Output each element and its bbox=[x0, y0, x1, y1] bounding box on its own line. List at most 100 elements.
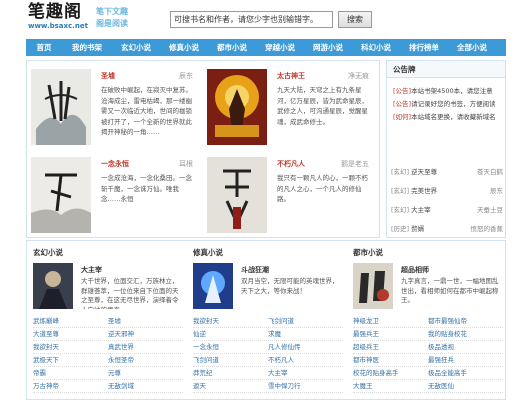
list-row[interactable]: 武极天下 永恒圣帝 bbox=[33, 354, 183, 367]
nav-item-dushi[interactable]: 都市小说 bbox=[208, 39, 256, 56]
list-book[interactable]: 不朽凡人 bbox=[268, 354, 294, 367]
search-button[interactable]: 搜索 bbox=[338, 11, 372, 28]
list-book[interactable]: 校花的贴身高手 bbox=[353, 369, 399, 377]
list-book[interactable]: 求魔 bbox=[268, 328, 281, 341]
book-title[interactable]: 圣墟 bbox=[101, 71, 115, 81]
list-book[interactable]: 仙逆 bbox=[193, 330, 206, 338]
category-heading[interactable]: 玄幻小说 bbox=[33, 247, 63, 258]
list-book[interactable]: 逆天邪神 bbox=[108, 328, 134, 341]
book-title[interactable]: 斗战狂潮 bbox=[241, 265, 269, 275]
list-row[interactable]: 一念永恒 凡人修仙传 bbox=[193, 341, 343, 354]
list-book[interactable]: 都市最强仙帝 bbox=[428, 315, 467, 328]
notice-item[interactable]: [公告]本站书架4500本，请您注意 bbox=[393, 85, 503, 95]
nav-item-wangyou[interactable]: 网游小说 bbox=[304, 39, 352, 56]
book-author[interactable]: 耳根 bbox=[179, 159, 193, 169]
list-book[interactable]: 我的贴身校花 bbox=[428, 328, 467, 341]
list-book[interactable]: 极品全能高手 bbox=[428, 367, 467, 380]
list-row[interactable]: 我欲封天 飞剑问道 bbox=[193, 315, 343, 328]
list-book[interactable]: 都市神医 bbox=[353, 356, 379, 364]
list-row[interactable]: 武炼巅峰 圣墟 bbox=[33, 315, 183, 328]
list-row[interactable]: 仙逆 求魔 bbox=[193, 328, 343, 341]
list-book[interactable]: 无敌医仙 bbox=[428, 380, 454, 393]
rank-item[interactable]: [玄幻] 完美世界 辰东 bbox=[391, 186, 503, 197]
featured-book[interactable]: 一念永恒 耳根 一念成沧海，一念化桑田。一念斩千魔，一念诛万仙。唯我念……永恒 bbox=[27, 153, 197, 237]
list-book[interactable]: 圣墟 bbox=[108, 315, 121, 328]
book-cover[interactable] bbox=[31, 69, 91, 145]
list-book[interactable]: 雪中悍刀行 bbox=[268, 380, 301, 393]
list-book[interactable]: 凡人修仙传 bbox=[268, 341, 301, 354]
rank-item[interactable]: [玄幻] 大主宰 天蚕土豆 bbox=[391, 205, 503, 216]
featured-book[interactable]: 圣墟 辰东 在破败中崛起，在寂灭中复苏。沧海成尘，雷电枯竭，那一缕幽雾又一次临近… bbox=[27, 65, 197, 149]
rank-book[interactable]: 逆天至尊 bbox=[411, 168, 437, 176]
nav-item-kehuan[interactable]: 科幻小说 bbox=[352, 39, 400, 56]
book-cover[interactable] bbox=[33, 263, 73, 309]
book-cover[interactable] bbox=[31, 157, 91, 233]
nav-item-home[interactable]: 首页 bbox=[26, 39, 62, 56]
category-heading[interactable]: 修真小说 bbox=[193, 247, 223, 258]
list-row[interactable]: 都市神医 最强狂兵 bbox=[353, 354, 503, 367]
rank-book[interactable]: 大主宰 bbox=[411, 206, 431, 214]
list-row[interactable]: 飞剑问道 不朽凡人 bbox=[193, 354, 343, 367]
list-book[interactable]: 飞剑问道 bbox=[193, 356, 219, 364]
site-logo[interactable]: 笔趣阁 www.bsaxc.net bbox=[28, 2, 88, 34]
list-row[interactable]: 神级龙卫 都市最强仙帝 bbox=[353, 315, 503, 328]
list-book[interactable]: 大魔王 bbox=[353, 382, 373, 390]
list-book[interactable]: 飞剑问道 bbox=[268, 315, 294, 328]
book-title[interactable]: 太古神王 bbox=[277, 71, 305, 81]
list-book[interactable]: 大道至尊 bbox=[33, 330, 59, 338]
list-book[interactable]: 武炼巅峰 bbox=[33, 317, 59, 325]
book-cover[interactable] bbox=[207, 157, 267, 233]
list-row[interactable]: 莽荒纪 大主宰 bbox=[193, 367, 343, 380]
rank-item[interactable]: [历史] 赘婿 愤怒的香蕉 bbox=[391, 224, 503, 235]
list-book[interactable]: 武极天下 bbox=[33, 356, 59, 364]
list-book[interactable]: 真武世界 bbox=[108, 341, 134, 354]
list-book[interactable]: 超级兵王 bbox=[353, 343, 379, 351]
nav-item-ranking[interactable]: 排行榜单 bbox=[400, 39, 448, 56]
list-row[interactable]: 万古神帝 无敌剑域 bbox=[33, 380, 183, 393]
list-book[interactable]: 大主宰 bbox=[268, 367, 288, 380]
list-book[interactable]: 最强兵王 bbox=[353, 330, 379, 338]
list-book[interactable]: 永恒圣帝 bbox=[108, 354, 134, 367]
search-input[interactable]: 可搜书名和作者，请您少字也别输错字。 bbox=[170, 11, 333, 28]
rank-item[interactable]: [玄幻] 逆天至尊 苍天白鹤 bbox=[391, 167, 503, 178]
list-row[interactable]: 我欲封天 真武世界 bbox=[33, 341, 183, 354]
list-book[interactable]: 我欲封天 bbox=[33, 343, 59, 351]
nav-item-xiuzhen[interactable]: 修真小说 bbox=[160, 39, 208, 56]
list-row[interactable]: 超级兵王 极品透视 bbox=[353, 341, 503, 354]
book-title[interactable]: 大主宰 bbox=[81, 265, 102, 275]
nav-item-bookshelf[interactable]: 我的书架 bbox=[62, 39, 112, 56]
book-title[interactable]: 不朽凡人 bbox=[277, 159, 305, 169]
notice-item[interactable]: [如何]本站域名更换，请收藏新域名 bbox=[393, 111, 503, 121]
list-book[interactable]: 遮天 bbox=[193, 382, 206, 390]
nav-item-all[interactable]: 全部小说 bbox=[448, 39, 496, 56]
list-book[interactable]: 神级龙卫 bbox=[353, 317, 379, 325]
nav-item-xuanhuan[interactable]: 玄幻小说 bbox=[112, 39, 160, 56]
book-cover[interactable] bbox=[193, 263, 233, 309]
list-row[interactable]: 最强兵王 我的贴身校花 bbox=[353, 328, 503, 341]
list-row[interactable]: 帝霸 元尊 bbox=[33, 367, 183, 380]
rank-book[interactable]: 完美世界 bbox=[411, 187, 437, 195]
list-book[interactable]: 莽荒纪 bbox=[193, 369, 213, 377]
list-book[interactable]: 极品透视 bbox=[428, 341, 454, 354]
nav-item-chuanyue[interactable]: 穿越小说 bbox=[256, 39, 304, 56]
book-cover[interactable] bbox=[353, 263, 393, 309]
list-row[interactable]: 大道至尊 逆天邪神 bbox=[33, 328, 183, 341]
list-row[interactable]: 大魔王 无敌医仙 bbox=[353, 380, 503, 393]
list-book[interactable]: 元尊 bbox=[108, 367, 121, 380]
book-author[interactable]: 辰东 bbox=[179, 71, 193, 81]
list-book[interactable]: 万古神帝 bbox=[33, 382, 59, 390]
list-book[interactable]: 一念永恒 bbox=[193, 343, 219, 351]
list-book[interactable]: 无敌剑域 bbox=[108, 380, 134, 393]
book-title[interactable]: 超品相师 bbox=[401, 265, 429, 275]
list-book[interactable]: 帝霸 bbox=[33, 369, 46, 377]
list-book[interactable]: 我欲封天 bbox=[193, 317, 219, 325]
notice-item[interactable]: [公告]请记录好您的书签，方便阅读 bbox=[393, 98, 503, 108]
book-author[interactable]: 鹅是老五 bbox=[341, 159, 369, 169]
book-cover[interactable] bbox=[207, 69, 267, 145]
category-heading[interactable]: 都市小说 bbox=[353, 247, 383, 258]
featured-book[interactable]: 不朽凡人 鹅是老五 我只有一颗凡人的心，一颗不朽的凡人之心，一个凡人的修仙路。 bbox=[203, 153, 373, 237]
book-title[interactable]: 一念永恒 bbox=[101, 159, 129, 169]
book-author[interactable]: 净无痕 bbox=[348, 71, 369, 81]
list-book[interactable]: 最强狂兵 bbox=[428, 354, 454, 367]
list-row[interactable]: 校花的贴身高手 极品全能高手 bbox=[353, 367, 503, 380]
